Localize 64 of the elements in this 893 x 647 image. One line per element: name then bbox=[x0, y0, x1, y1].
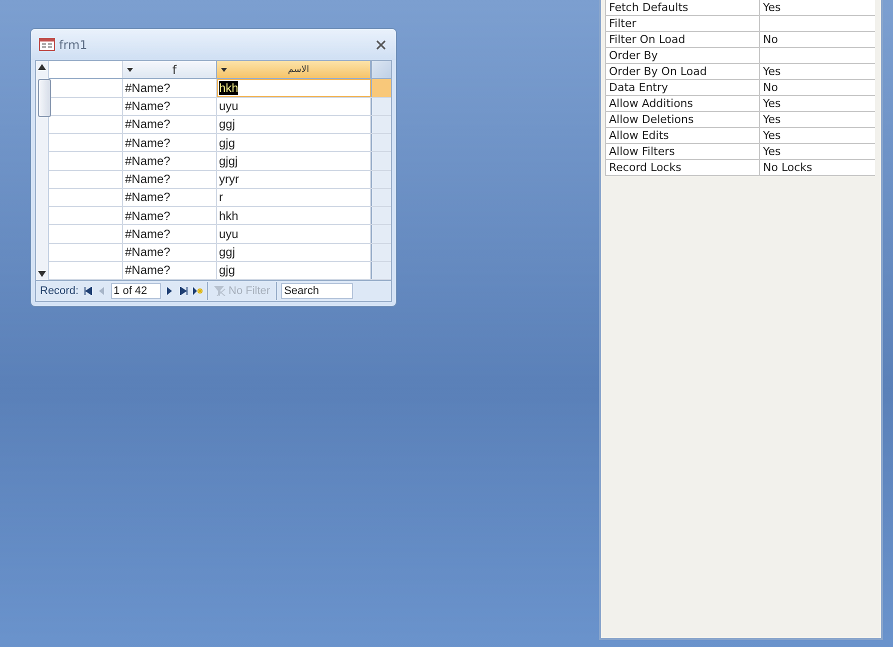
row-selector[interactable] bbox=[371, 207, 391, 224]
table-cell[interactable]: hkh bbox=[217, 79, 371, 96]
scrollbar[interactable] bbox=[36, 61, 49, 280]
row-selector[interactable] bbox=[371, 116, 391, 133]
column-header[interactable]: f bbox=[123, 61, 217, 78]
table-cell: #Name? bbox=[123, 225, 217, 242]
property-value[interactable]: Yes bbox=[760, 128, 875, 143]
new-record-button[interactable] bbox=[192, 285, 203, 297]
column-header[interactable]: الاسم bbox=[217, 61, 371, 78]
table-cell: #Name? bbox=[123, 116, 217, 133]
row-selector[interactable] bbox=[371, 188, 391, 206]
property-name: Allow Filters bbox=[606, 144, 760, 159]
row-selector[interactable] bbox=[371, 79, 391, 96]
property-value[interactable]: No bbox=[760, 80, 875, 95]
close-button[interactable] bbox=[374, 38, 388, 52]
row-selector[interactable] bbox=[371, 262, 391, 279]
property-value[interactable]: Yes bbox=[760, 144, 875, 159]
scroll-up-icon bbox=[38, 64, 46, 70]
property-value[interactable]: Yes bbox=[760, 96, 875, 111]
row-selector[interactable] bbox=[371, 244, 391, 261]
row-selector[interactable] bbox=[371, 98, 391, 115]
property-name: Allow Deletions bbox=[606, 112, 760, 127]
search-field[interactable]: Search bbox=[281, 283, 354, 299]
property-name: Order By On Load bbox=[606, 64, 760, 79]
record-position-field[interactable]: 1 of 42 bbox=[110, 283, 161, 299]
select-all-corner[interactable] bbox=[371, 61, 391, 78]
row-selector[interactable] bbox=[371, 134, 391, 152]
dropdown-icon bbox=[221, 68, 227, 72]
table-cell: #Name? bbox=[123, 262, 217, 279]
table-cell: #Name? bbox=[123, 152, 217, 170]
property-value[interactable]: No Locks bbox=[760, 160, 875, 175]
scroll-down-icon bbox=[38, 271, 46, 277]
table-cell: #Name? bbox=[123, 188, 217, 206]
filter-icon bbox=[214, 286, 226, 296]
table-cell: #Name? bbox=[123, 98, 217, 115]
property-value[interactable]: Yes bbox=[760, 64, 875, 79]
column-label: f bbox=[171, 62, 178, 77]
property-value[interactable]: Yes bbox=[760, 0, 875, 15]
property-name: Allow Additions bbox=[606, 96, 760, 111]
property-name: Data Entry bbox=[606, 80, 760, 95]
row-selector[interactable] bbox=[371, 170, 391, 188]
property-name: Record Locks bbox=[606, 160, 760, 175]
window-title: frm1 bbox=[59, 38, 88, 52]
first-record-button[interactable] bbox=[82, 285, 93, 297]
property-name: Allow Edits bbox=[606, 128, 760, 143]
row-selector[interactable] bbox=[371, 225, 391, 242]
form-icon bbox=[39, 38, 55, 51]
scroll-thumb[interactable] bbox=[38, 79, 51, 117]
table-cell: #Name? bbox=[123, 134, 217, 152]
last-record-button[interactable] bbox=[178, 285, 189, 297]
property-name: Filter On Load bbox=[606, 32, 760, 47]
table-cell: #Name? bbox=[123, 244, 217, 261]
table-cell: #Name? bbox=[123, 170, 217, 188]
property-name: Order By bbox=[606, 48, 760, 63]
property-value[interactable]: No bbox=[760, 32, 875, 47]
table-cell: #Name? bbox=[123, 79, 217, 96]
property-value[interactable]: Yes bbox=[760, 112, 875, 127]
table-cell: #Name? bbox=[123, 207, 217, 224]
record-label: Record: bbox=[40, 285, 79, 297]
property-name: Filter bbox=[606, 16, 760, 31]
dropdown-icon bbox=[127, 68, 133, 72]
property-name: Fetch Defaults bbox=[606, 0, 760, 15]
column-label: الاسم bbox=[286, 64, 310, 75]
row-selector[interactable] bbox=[371, 152, 391, 170]
